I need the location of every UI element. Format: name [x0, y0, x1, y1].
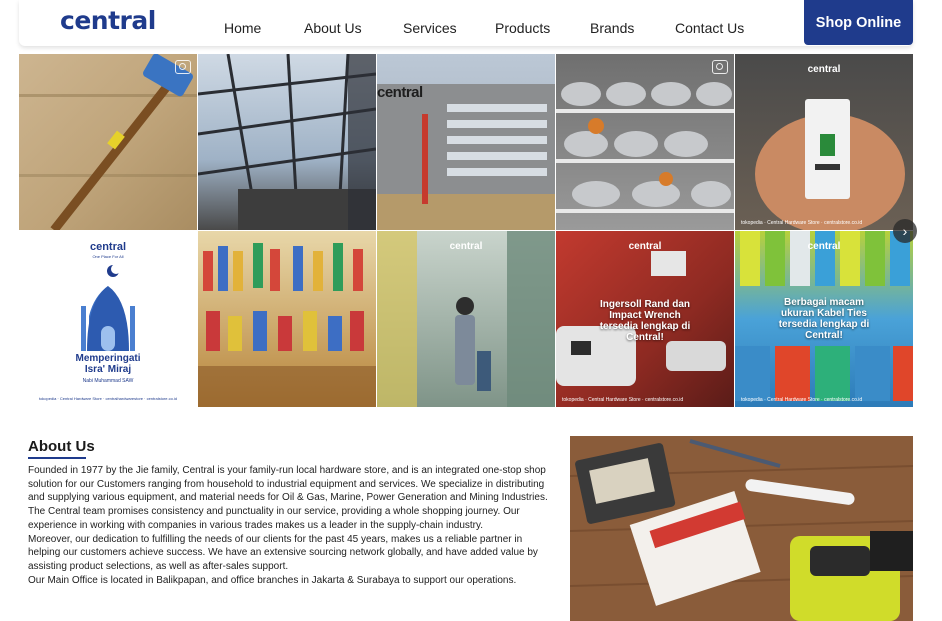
- instagram-icon: [712, 60, 728, 74]
- paint-brushes-aisle-photo[interactable]: [198, 231, 376, 407]
- tools-workbench-photo: [570, 436, 913, 621]
- central-logo[interactable]: central: [60, 6, 156, 35]
- poster-headline-1: Memperingati: [75, 353, 141, 364]
- about-us-title: About Us: [28, 438, 95, 455]
- tile-footer: tokopedia · Central Hardware Store · cen…: [562, 397, 684, 403]
- nav-home[interactable]: Home: [224, 20, 261, 36]
- tile-caption: Berbagai macam ukuran Kabel Ties tersedi…: [778, 297, 870, 341]
- breaker-illustration: [755, 99, 905, 230]
- poster-footer: tokopedia · Central Hardware Store · cen…: [38, 396, 178, 401]
- nav-products[interactable]: Products: [495, 20, 550, 36]
- aisle-illustration: [377, 231, 555, 407]
- tile-footer: tokopedia · Central Hardware Store · cen…: [741, 397, 863, 403]
- isra-miraj-poster[interactable]: central One Place For All Memperingati I…: [19, 231, 197, 407]
- brushes-illustration: [198, 243, 376, 407]
- tile-footer: tokopedia · Central Hardware Store · cen…: [741, 220, 863, 226]
- cookware-shelves-photo[interactable]: [556, 54, 734, 230]
- building-illustration: [377, 84, 555, 230]
- site-header: central Home About Us Services Products …: [19, 0, 913, 46]
- about-paragraph: Founded in 1977 by the Jie family, Centr…: [28, 465, 548, 504]
- about-title-underline: [28, 457, 86, 459]
- about-paragraph: The Central team promises consistency an…: [28, 506, 520, 531]
- poster-headline-2: Isra' Miraj: [84, 364, 132, 375]
- nav-about-us[interactable]: About Us: [304, 20, 362, 36]
- cookware-illustration: [556, 82, 734, 213]
- tile-brand-label: central: [449, 241, 483, 252]
- tile-brand-label: central: [807, 64, 841, 75]
- glass-roof-illustration: [198, 54, 376, 230]
- nav-contact-us[interactable]: Contact Us: [675, 20, 744, 36]
- hammer-illustration: [19, 54, 197, 230]
- glass-roof-photo[interactable]: [198, 54, 376, 230]
- tools-illustration: [570, 436, 913, 621]
- shop-online-button[interactable]: Shop Online: [804, 0, 913, 45]
- hammer-on-boxes-photo[interactable]: [19, 54, 197, 230]
- tile-caption: Ingersoll Rand dan Impact Wrench tersedi…: [599, 299, 691, 343]
- poster-subline: Nabi Muhammad SAW: [82, 378, 134, 384]
- nav-brands[interactable]: Brands: [590, 20, 634, 36]
- nav-services[interactable]: Services: [403, 20, 457, 36]
- tile-brand-label: central: [628, 241, 662, 252]
- cable-ties-promo[interactable]: central Berbagai macam ukuran Kabel Ties…: [735, 231, 913, 407]
- instagram-gallery: central central tokopedia · Central Hard…: [19, 54, 913, 408]
- building-sign: central: [377, 84, 423, 101]
- about-paragraph: Our Main Office is located in Balikpapan…: [28, 574, 517, 586]
- about-us-body: Founded in 1977 by the Jie family, Centr…: [28, 464, 548, 587]
- tile-brand-label: central: [807, 241, 841, 252]
- about-paragraph: Moreover, our dedication to fulfilling t…: [28, 533, 538, 572]
- instagram-icon: [175, 60, 191, 74]
- circuit-breaker-photo[interactable]: central tokopedia · Central Hardware Sto…: [735, 54, 913, 230]
- impact-wrench-promo[interactable]: central Ingersoll Rand dan Impact Wrench…: [556, 231, 734, 407]
- central-building-photo[interactable]: central: [377, 54, 555, 230]
- gallery-next-arrow-icon[interactable]: ›: [893, 219, 917, 243]
- store-aisle-customer-photo[interactable]: central: [377, 231, 555, 407]
